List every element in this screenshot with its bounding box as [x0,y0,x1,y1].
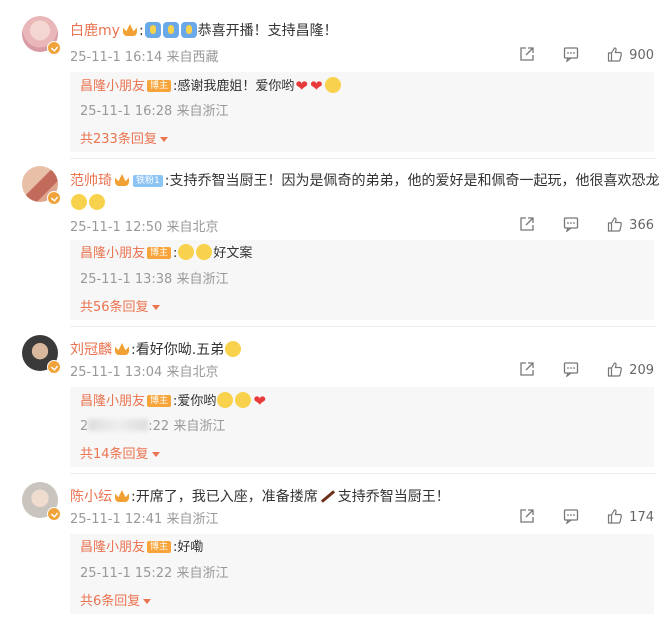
comment-list: 白鹿my: 恭喜开播！支持昌隆！ 25-11-1 16:14 来自西藏 900 昌… [0,0,668,622]
more-replies-link[interactable]: 共6条回复 [80,590,152,609]
verified-badge-icon [47,360,61,374]
chopsticks-icon [320,490,335,503]
reply-meta: 25-11-1 15:22 来自浙江 [80,566,229,581]
emoji-icon [178,244,195,260]
share-icon[interactable] [519,508,535,524]
reply-username[interactable]: 昌隆小朋友 [80,246,145,261]
thumbs-up-icon[interactable] [607,216,623,232]
chevron-down-icon [159,137,168,142]
crown-icon [115,490,129,502]
more-replies-link[interactable]: 共56条回复 [80,296,160,315]
blogger-badge: 博主 [147,80,172,92]
emoji-icon [180,22,197,38]
comment-text: :开席了，我已入座，准备搂席 [131,489,318,505]
blogger-badge: 博主 [147,247,172,259]
comment-text: :支持乔智当厨王！因为是佩奇的弟弟，他的爱好是和佩奇一起玩，他很喜欢恐龙 [164,173,660,189]
comment-text: :看好你呦.五弟 [131,342,225,358]
heart-icon: ❤ [310,77,323,95]
thumbs-up-icon[interactable] [607,361,623,377]
divider [70,473,656,474]
reply-meta-prefix: 2 [80,419,89,434]
like-count: 900 [629,48,654,63]
comment-icon[interactable] [563,216,579,233]
reply-meta: 25-11-1 13:38 来自浙江 [80,272,229,287]
share-icon[interactable] [519,361,535,377]
username[interactable]: 刘冠麟 [70,342,112,358]
comment-meta: 25-11-1 12:50 来自北京 [70,220,219,235]
comment-item: 范帅琦 铁粉1:支持乔智当厨王！因为是佩奇的弟弟，他的爱好是和佩奇一起玩，他很喜欢… [0,166,668,320]
fan-badge: 铁粉1 [133,175,163,187]
reply-box: 昌隆小朋友 博主:感谢我鹿姐！爱你哟❤ ❤ 25-11-1 16:28 来自浙江 共… [70,72,654,152]
reply-username[interactable]: 昌隆小朋友 [80,394,145,409]
blogger-badge: 博主 [147,395,172,407]
reply-username[interactable]: 昌隆小朋友 [80,540,145,555]
emoji-icon [162,22,179,38]
more-replies-link[interactable]: 共233条回复 [80,128,168,147]
like-count: 174 [629,510,654,525]
reply-box: 昌隆小朋友 博主:爱你哟 ❤ 2 :22 来自浙江 共14条回复 [70,387,654,467]
comment-item: 白鹿my: 恭喜开播！支持昌隆！ 25-11-1 16:14 来自西藏 900 昌… [0,16,668,154]
reply-meta: :22 来自浙江 [148,419,226,434]
reply-text: :爱你哟 [173,394,217,409]
comment-item: 刘冠麟 :看好你呦.五弟 25-11-1 13:04 来自北京 209 昌隆小朋友… [0,335,668,470]
emoji-icon [89,194,105,210]
crown-icon [122,24,137,36]
comment-icon[interactable] [563,508,579,525]
reply-box: 昌隆小朋友 博主: 好文案 25-11-1 13:38 来自浙江 共56条回复 [70,240,654,320]
reply-text: :感谢我鹿姐！爱你哟 [173,79,295,94]
comment-item: 陈小纭 :开席了，我已入座，准备搂席 支持乔智当厨王！ 25-11-1 12:41 … [0,482,668,617]
emoji-icon [196,244,213,260]
username[interactable]: 白鹿my [70,23,120,39]
comment-text: 恭喜开播！支持昌隆！ [197,23,338,39]
chevron-down-icon [151,452,160,457]
like-count: 209 [629,363,654,378]
emoji-icon [144,22,161,38]
heart-icon: ❤ [295,77,308,95]
verified-badge-icon [47,41,61,55]
comment-meta: 25-11-1 13:04 来自北京 [70,365,219,380]
comment-text-after: 支持乔智当厨王！ [337,489,450,505]
username[interactable]: 陈小纭 [70,489,112,505]
thumbs-up-icon[interactable] [607,508,623,524]
verified-badge-icon [47,507,61,521]
blogger-badge: 博主 [147,541,172,553]
divider [70,326,656,327]
share-icon[interactable] [519,216,535,232]
emoji-icon [225,341,242,357]
like-count: 366 [629,218,654,233]
comment-icon[interactable] [563,361,579,378]
comment-meta: 25-11-1 12:41 来自浙江 [70,512,219,527]
crown-icon [115,343,129,355]
crown-icon [115,174,129,186]
heart-icon: ❤ [253,392,266,410]
verified-badge-icon [47,191,61,205]
comment-meta: 25-11-1 16:14 来自西藏 [70,50,219,65]
reply-box: 昌隆小朋友 博主:好嘞 25-11-1 15:22 来自浙江 共6条回复 [70,534,654,614]
reply-username[interactable]: 昌隆小朋友 [80,79,145,94]
reply-meta: 25-11-1 16:28 来自浙江 [80,104,229,119]
thumbs-up-icon[interactable] [607,46,623,62]
share-icon[interactable] [519,46,535,62]
chevron-down-icon [143,599,152,604]
comment-icon[interactable] [563,46,579,63]
reply-text: :好嘞 [173,540,204,555]
blurred-region [88,419,149,431]
divider [70,158,656,159]
emoji-icon [235,392,252,408]
emoji-icon [71,194,87,210]
more-replies-link[interactable]: 共14条回复 [80,443,160,462]
emoji-icon [324,77,341,93]
reply-text: 好文案 [213,246,253,261]
chevron-down-icon [151,305,160,310]
username[interactable]: 范帅琦 [70,173,112,189]
emoji-icon [217,392,234,408]
